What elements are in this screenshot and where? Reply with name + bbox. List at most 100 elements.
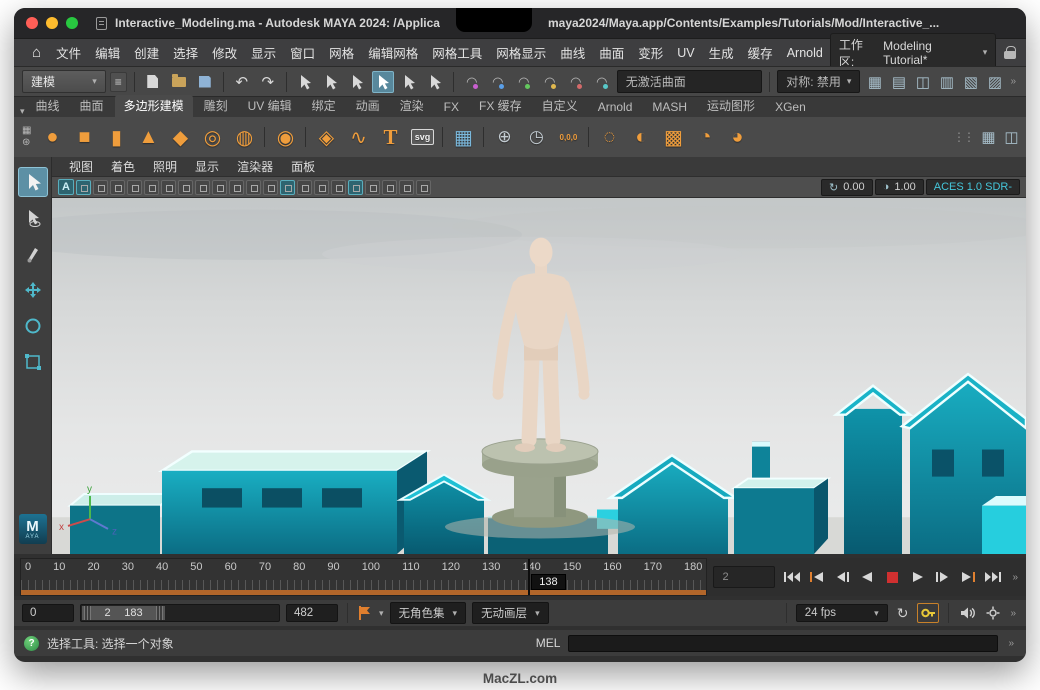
wireframe-mode-icon[interactable] <box>195 180 210 195</box>
multisample-aa-icon[interactable] <box>314 180 329 195</box>
quad-draw-icon[interactable]: ◐ <box>626 121 656 153</box>
ipr-render-icon[interactable]: ▤ <box>888 73 909 91</box>
minimize-button[interactable] <box>46 17 58 29</box>
animation-start-field[interactable]: 0 <box>22 604 74 622</box>
shelf-tab-mash[interactable]: MASH <box>643 98 696 117</box>
hypershade-icon[interactable]: ▥ <box>936 73 957 91</box>
menu-modify[interactable]: 修改 <box>205 40 244 65</box>
active-surface-field[interactable]: 无激活曲面 <box>617 70 762 93</box>
stop-button[interactable] <box>881 565 904 589</box>
shaded-mode-icon[interactable] <box>212 180 227 195</box>
shelf-tab-sculpting[interactable]: 雕刻 <box>195 95 237 117</box>
anim-layer-dropdown[interactable]: 无动画层 ▾ <box>472 602 549 624</box>
shelf-tab-motion-graphics[interactable]: 运动图形 <box>698 95 764 117</box>
shelf-tab-fx-caching[interactable]: FX 缓存 <box>470 95 531 117</box>
save-scene-button[interactable] <box>194 71 216 93</box>
step-forward-frame-button[interactable] <box>931 565 954 589</box>
shelf-tab-curves[interactable]: 曲线 <box>27 95 69 117</box>
select-tool[interactable] <box>18 167 48 197</box>
current-time-field[interactable]: 2 <box>713 566 775 588</box>
snap-to-curve-icon[interactable]: ◠ <box>487 71 509 93</box>
menu-mesh-display[interactable]: 网格显示 <box>489 40 553 65</box>
view-transform-dropdown[interactable]: ACES 1.0 SDR- <box>926 179 1020 195</box>
safe-action-icon[interactable] <box>161 180 176 195</box>
menu-cache[interactable]: 缓存 <box>741 40 780 65</box>
snap-to-view-plane-icon[interactable]: ◠ <box>565 71 587 93</box>
panel-menu-panels[interactable]: 面板 <box>284 158 322 175</box>
shelf-tab-xgen[interactable]: XGen <box>766 98 815 117</box>
go-to-end-button[interactable] <box>981 565 1004 589</box>
panel-menu-view[interactable]: 视图 <box>62 158 100 175</box>
multi-cut-icon[interactable]: ▩ <box>658 121 688 153</box>
grid-toggle-icon[interactable] <box>76 180 91 195</box>
range-start-handle[interactable] <box>84 606 91 620</box>
joint-center-icon[interactable]: ⊕ <box>489 121 519 153</box>
step-forward-key-button[interactable] <box>956 565 979 589</box>
move-tool[interactable] <box>18 275 48 305</box>
type-tool-icon[interactable]: T <box>375 121 405 153</box>
snap-to-projected-center-icon[interactable]: ◠ <box>539 71 561 93</box>
time-slider[interactable]: 010 2030 4050 6070 8090 100110 120130 14… <box>20 558 707 596</box>
collapse-range-icon[interactable]: » <box>1008 608 1018 619</box>
render-settings-icon[interactable]: ◫ <box>912 73 933 91</box>
make-live-icon[interactable]: ◠ <box>591 71 613 93</box>
viewport-3d-scene[interactable]: y x z <box>52 198 1026 554</box>
panel-menu-show[interactable]: 显示 <box>188 158 226 175</box>
redo-button[interactable]: ↷ <box>257 71 279 93</box>
menu-surfaces[interactable]: 曲面 <box>592 40 631 65</box>
panel-menu-renderer[interactable]: 渲染器 <box>230 158 280 175</box>
menu-mesh-tools[interactable]: 网格工具 <box>425 40 489 65</box>
bevel-icon[interactable]: ◕ <box>722 121 752 153</box>
curve-warp-icon[interactable]: ∿ <box>343 121 373 153</box>
shelf-tab-rigging[interactable]: 绑定 <box>303 95 345 117</box>
playback-range-slider[interactable]: 2 183 <box>80 604 280 622</box>
mel-command-input[interactable] <box>568 635 998 652</box>
auto-key-button[interactable] <box>917 603 939 623</box>
play-backward-button[interactable] <box>856 565 879 589</box>
shelf-gear-icon[interactable]: ⊛ <box>22 138 31 148</box>
rotate-tool[interactable] <box>18 311 48 341</box>
field-chart-icon[interactable] <box>144 180 159 195</box>
new-scene-button[interactable] <box>142 71 164 93</box>
render-view-icon[interactable]: ▦ <box>864 73 885 91</box>
undo-button[interactable]: ↶ <box>231 71 253 93</box>
toggle-viewport-icon[interactable]: ▨ <box>984 73 1005 91</box>
bookmark-menu-icon[interactable]: ▾ <box>379 608 384 619</box>
poly-torus-icon[interactable]: ◎ <box>197 121 227 153</box>
selected-camera-icon[interactable]: A <box>58 179 74 195</box>
shelf-tab-rendering[interactable]: 渲染 <box>391 95 433 117</box>
screen-space-ao-icon[interactable] <box>280 180 295 195</box>
motion-blur-icon[interactable] <box>297 180 312 195</box>
close-button[interactable] <box>26 17 38 29</box>
character-set-dropdown[interactable]: 无角色集 ▾ <box>390 602 467 624</box>
menu-edit[interactable]: 编辑 <box>88 40 127 65</box>
poly-cone-icon[interactable]: ▲ <box>133 121 163 153</box>
exposure-field[interactable]: ↻ 0.00 <box>821 179 873 196</box>
play-forward-button[interactable] <box>906 565 929 589</box>
panel-menu-lighting[interactable]: 照明 <box>146 158 184 175</box>
shelf-grid-icon[interactable]: ▦ <box>22 126 31 136</box>
zoom-button[interactable] <box>66 17 78 29</box>
poly-plane-icon[interactable]: ◆ <box>165 121 195 153</box>
extrude-icon[interactable]: ◔ <box>690 121 720 153</box>
menu-file[interactable]: 文件 <box>49 40 88 65</box>
bookmark-icon[interactable] <box>357 605 373 621</box>
platonic-solid-icon[interactable]: ◉ <box>270 121 300 153</box>
film-gate-icon[interactable] <box>93 180 108 195</box>
lasso-tool[interactable] <box>18 203 48 233</box>
playback-loop-icon[interactable]: ↻ <box>894 605 912 622</box>
menu-uv[interactable]: UV <box>670 43 701 63</box>
shelf-drag-handle[interactable]: ⋮⋮ <box>950 130 976 144</box>
shelf-tab-surfaces[interactable]: 曲面 <box>71 95 113 117</box>
origin-coords-icon[interactable]: 0,0,0 <box>553 121 583 153</box>
animation-preferences-icon[interactable] <box>984 606 1002 620</box>
shelf-tab-arnold[interactable]: Arnold <box>589 98 642 117</box>
open-scene-button[interactable] <box>168 71 190 93</box>
xray-joints-icon[interactable] <box>382 180 397 195</box>
mute-audio-icon[interactable] <box>958 606 978 620</box>
menu-display[interactable]: 显示 <box>244 40 283 65</box>
shelf-tab-custom[interactable]: 自定义 <box>533 95 587 117</box>
exposure-toggle-icon[interactable] <box>399 180 414 195</box>
select-multi-button[interactable] <box>398 71 420 93</box>
use-all-lights-icon[interactable] <box>246 180 261 195</box>
